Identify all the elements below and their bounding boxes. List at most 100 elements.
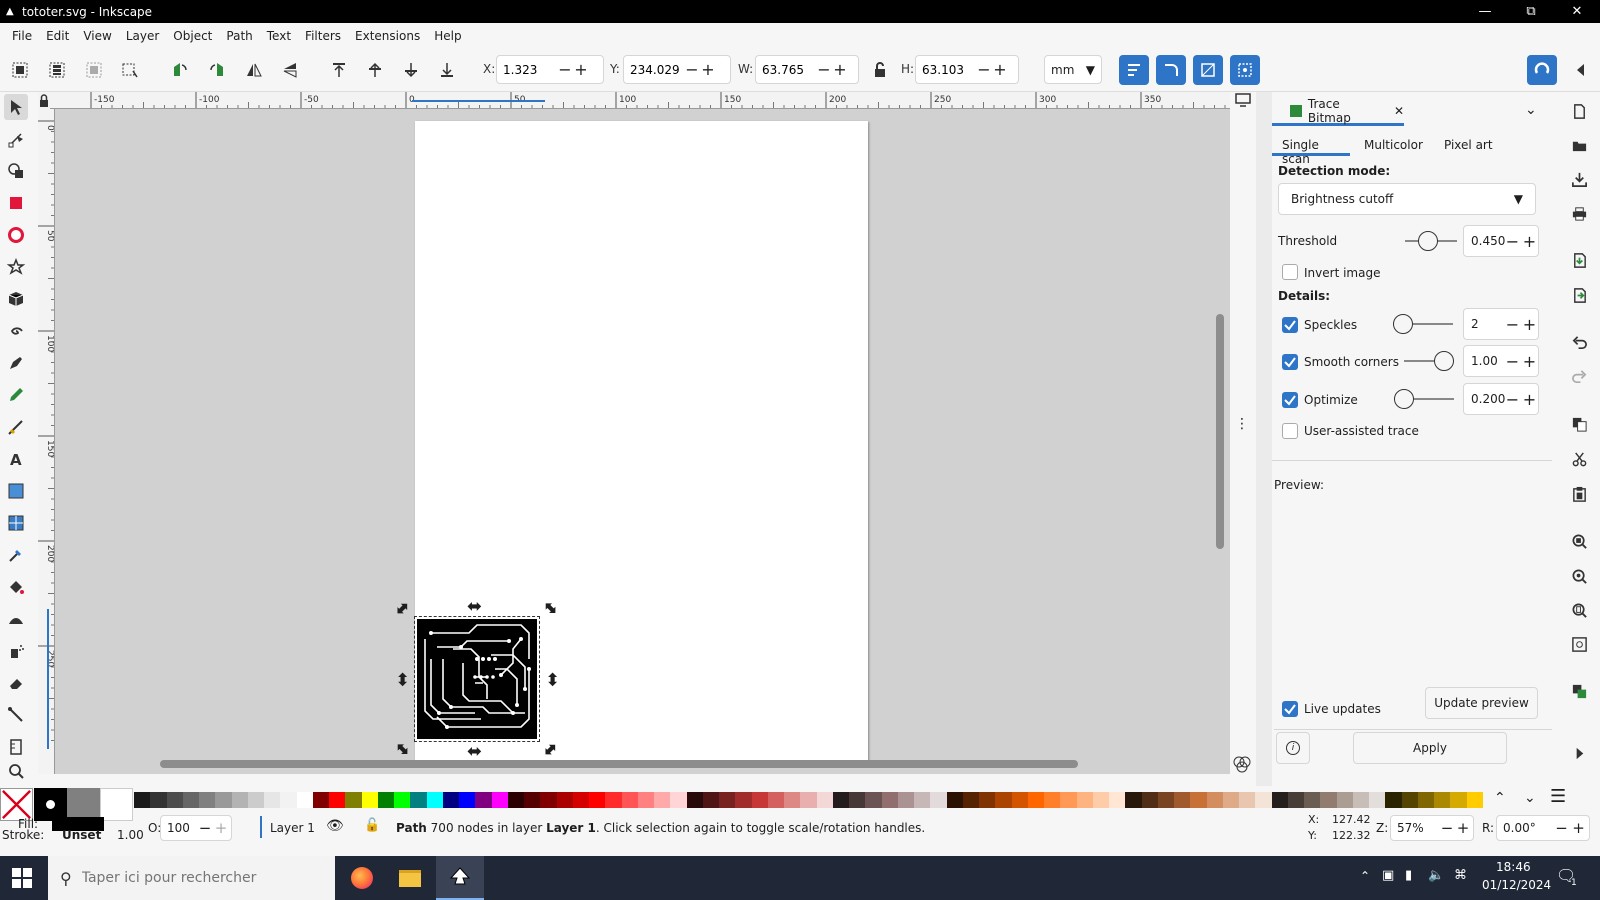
optimize-slider[interactable] bbox=[1394, 388, 1454, 410]
node-tool-icon[interactable] bbox=[4, 126, 28, 152]
color-swatch[interactable] bbox=[1466, 792, 1483, 808]
layer-lock-icon[interactable]: 🔓 bbox=[364, 818, 380, 833]
menu-extensions[interactable]: Extensions bbox=[348, 29, 427, 43]
color-swatch[interactable] bbox=[1174, 792, 1191, 808]
color-swatch[interactable] bbox=[654, 792, 671, 808]
live-updates-checkbox[interactable] bbox=[1282, 701, 1298, 717]
paint-bucket-tool-icon[interactable] bbox=[4, 574, 28, 600]
copy-icon[interactable] bbox=[1568, 413, 1590, 435]
color-swatch[interactable] bbox=[426, 792, 443, 808]
color-manage-icon[interactable] bbox=[1231, 754, 1253, 774]
panel-menu-chevron-icon[interactable]: ⌄ bbox=[1525, 102, 1537, 118]
color-swatch[interactable] bbox=[735, 792, 752, 808]
threshold-spinbox[interactable]: 0.450− + bbox=[1463, 225, 1539, 257]
lower-to-bottom-icon[interactable] bbox=[433, 56, 461, 84]
color-swatch[interactable] bbox=[865, 792, 882, 808]
swatch-strip[interactable] bbox=[134, 792, 1484, 808]
raise-icon[interactable] bbox=[361, 56, 389, 84]
plus-icon[interactable]: + bbox=[213, 819, 229, 837]
raise-to-top-icon[interactable] bbox=[325, 56, 353, 84]
ruler-lock-icon[interactable] bbox=[38, 92, 50, 109]
select-all-icon[interactable] bbox=[6, 56, 34, 84]
scale-handle-n-icon[interactable]: ⬌ bbox=[467, 596, 482, 617]
plus-icon[interactable]: + bbox=[573, 60, 589, 79]
color-swatch[interactable] bbox=[1336, 792, 1353, 808]
stroke-width[interactable]: 1.00 bbox=[117, 828, 144, 842]
eraser-tool-icon[interactable] bbox=[4, 670, 28, 696]
horizontal-scrollbar[interactable] bbox=[160, 760, 1078, 768]
smooth-corners-spinbox[interactable]: 1.00− + bbox=[1463, 345, 1539, 377]
color-swatch[interactable] bbox=[296, 792, 313, 808]
color-swatch[interactable] bbox=[182, 792, 199, 808]
color-swatch[interactable] bbox=[1076, 792, 1093, 808]
color-swatch[interactable] bbox=[540, 792, 557, 808]
scale-handle-s-icon[interactable]: ⬌ bbox=[467, 741, 482, 762]
tray-meet-icon[interactable]: ▣ bbox=[1382, 868, 1394, 883]
color-swatch[interactable] bbox=[946, 792, 963, 808]
plus-icon[interactable]: + bbox=[700, 60, 716, 79]
menu-file[interactable]: File bbox=[5, 29, 39, 43]
deselect-icon[interactable] bbox=[80, 56, 108, 84]
more-commands-icon[interactable] bbox=[1568, 742, 1590, 764]
menu-view[interactable]: View bbox=[76, 29, 118, 43]
w-input[interactable] bbox=[756, 62, 816, 77]
mesh-tool-icon[interactable] bbox=[4, 510, 28, 536]
color-swatch[interactable] bbox=[1450, 792, 1467, 808]
scale-stroke-icon[interactable] bbox=[1119, 55, 1149, 85]
x-spinbox[interactable]: −+ bbox=[496, 55, 604, 84]
minus-icon[interactable]: − bbox=[1504, 352, 1521, 371]
color-swatch[interactable] bbox=[394, 792, 411, 808]
color-swatch[interactable] bbox=[979, 792, 996, 808]
color-swatch[interactable] bbox=[1109, 792, 1126, 808]
taskbar-time[interactable]: 18:46 bbox=[1496, 860, 1531, 874]
menu-text[interactable]: Text bbox=[260, 29, 298, 43]
snap-toggle-icon[interactable] bbox=[1527, 55, 1557, 85]
zoom-spinbox[interactable]: 57% − + bbox=[1390, 815, 1474, 841]
color-swatch[interactable] bbox=[621, 792, 638, 808]
scale-handle-nw-icon[interactable]: ⬌ bbox=[390, 596, 416, 622]
color-swatch[interactable] bbox=[1222, 792, 1239, 808]
speckles-slider[interactable] bbox=[1393, 313, 1453, 335]
menu-edit[interactable]: Edit bbox=[39, 29, 76, 43]
plus-icon[interactable]: + bbox=[992, 60, 1008, 79]
color-swatch[interactable] bbox=[491, 792, 508, 808]
open-document-icon[interactable] bbox=[1568, 134, 1590, 156]
scale-handle-w-icon[interactable]: ⬌ bbox=[392, 672, 413, 687]
menu-object[interactable]: Object bbox=[166, 29, 219, 43]
touch-select-icon[interactable] bbox=[116, 56, 144, 84]
3d-box-tool-icon[interactable] bbox=[4, 286, 28, 312]
color-swatch[interactable] bbox=[329, 792, 346, 808]
color-swatch[interactable] bbox=[1385, 792, 1402, 808]
tab-multicolor[interactable]: Multicolor bbox=[1356, 130, 1436, 156]
scale-corners-icon[interactable] bbox=[1156, 55, 1186, 85]
minus-icon[interactable]: − bbox=[1553, 819, 1570, 837]
print-icon[interactable] bbox=[1568, 202, 1590, 224]
minus-icon[interactable]: − bbox=[1504, 232, 1521, 251]
taskbar-date[interactable]: 01/12/2024 bbox=[1482, 878, 1551, 892]
color-swatch[interactable] bbox=[1092, 792, 1109, 808]
taskbar-search-input[interactable] bbox=[81, 870, 312, 886]
plus-icon[interactable]: + bbox=[1521, 315, 1538, 334]
transform-patterns-icon[interactable] bbox=[1230, 55, 1260, 85]
scale-handle-e-icon[interactable]: ⬌ bbox=[542, 672, 563, 687]
minus-icon[interactable]: − bbox=[684, 60, 700, 79]
color-swatch[interactable] bbox=[832, 792, 849, 808]
color-swatch[interactable] bbox=[881, 792, 898, 808]
plus-icon[interactable]: + bbox=[832, 60, 848, 79]
firefox-icon[interactable] bbox=[344, 862, 380, 894]
color-swatch[interactable] bbox=[475, 792, 492, 808]
inkscape-taskbar-icon[interactable] bbox=[436, 856, 484, 900]
zoom-selection-icon[interactable] bbox=[1568, 530, 1590, 552]
smooth-corners-checkbox[interactable] bbox=[1282, 354, 1298, 370]
color-swatch[interactable] bbox=[442, 792, 459, 808]
flip-vertical-icon[interactable] bbox=[276, 56, 304, 84]
update-preview-button[interactable]: Update preview bbox=[1425, 687, 1538, 719]
lock-ratio-icon[interactable] bbox=[866, 56, 894, 84]
minus-icon[interactable]: − bbox=[816, 60, 832, 79]
vertical-scrollbar[interactable] bbox=[1216, 314, 1224, 549]
color-swatch[interactable] bbox=[1239, 792, 1256, 808]
color-swatch[interactable] bbox=[637, 792, 654, 808]
pen-tool-icon[interactable] bbox=[4, 350, 28, 376]
tray-wifi-icon[interactable]: ⌘ bbox=[1454, 868, 1467, 883]
color-swatch[interactable] bbox=[199, 792, 216, 808]
